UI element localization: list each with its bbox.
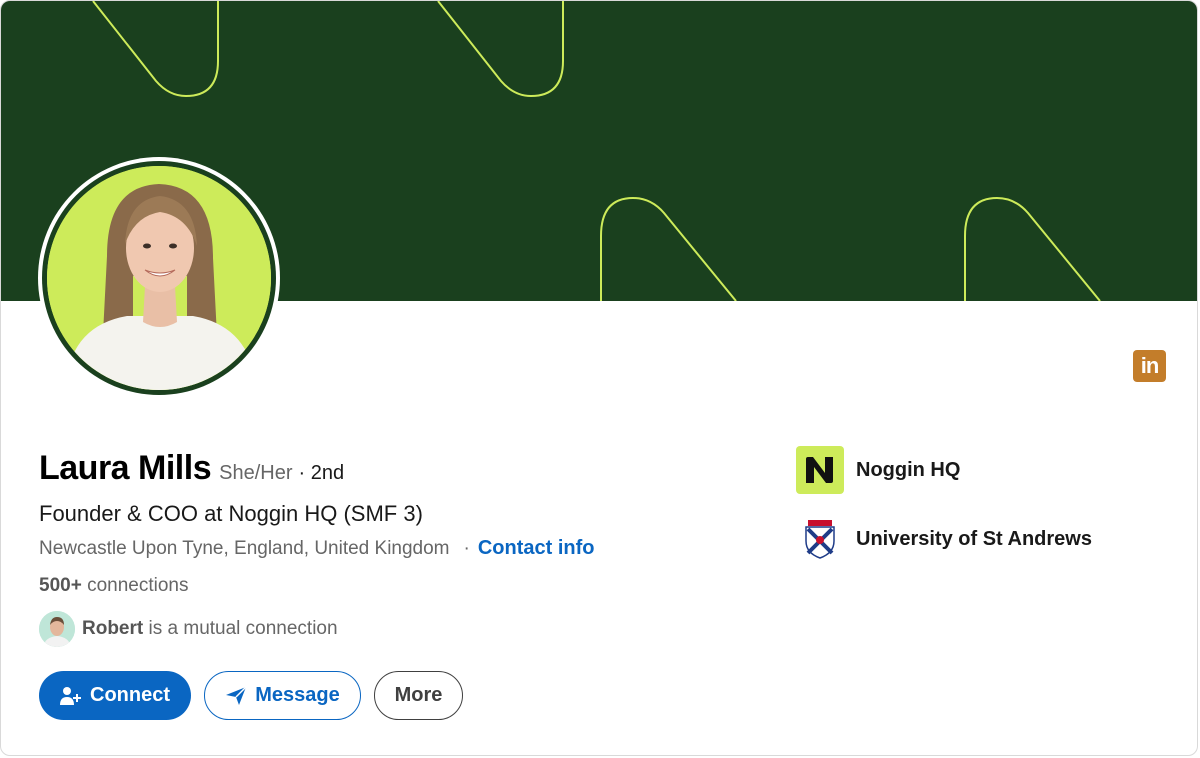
profile-headline: Founder & COO at Noggin HQ (SMF 3) bbox=[39, 501, 423, 526]
linkedin-icon: in bbox=[1133, 350, 1166, 382]
location-separator: · bbox=[463, 538, 470, 559]
connection-degree: · 2nd bbox=[298, 462, 345, 484]
profile-actions: Connect Message More bbox=[39, 671, 463, 720]
university-name: University of St Andrews bbox=[856, 527, 1092, 550]
university-crest-icon bbox=[796, 515, 844, 563]
connections-count[interactable]: 500+ connections bbox=[39, 575, 188, 597]
education[interactable]: University of St Andrews bbox=[796, 515, 1092, 563]
current-company[interactable]: Noggin HQ bbox=[796, 446, 960, 494]
connect-button[interactable]: Connect bbox=[39, 671, 191, 720]
pronouns: She/Her bbox=[219, 462, 293, 484]
add-person-icon bbox=[60, 686, 82, 706]
more-button[interactable]: More bbox=[374, 671, 463, 720]
profile-photo bbox=[47, 166, 271, 390]
contact-info-link[interactable]: Contact info bbox=[478, 537, 595, 560]
mutual-description: is a mutual connection bbox=[148, 618, 338, 639]
noggin-logo-icon bbox=[796, 446, 844, 494]
profile-card: in Laura Mills She/Her · 2nd Founder & C… bbox=[0, 0, 1198, 756]
mutual-name: Robert bbox=[82, 618, 144, 639]
connections-number: 500+ bbox=[39, 575, 82, 596]
connect-label: Connect bbox=[90, 684, 170, 706]
send-icon bbox=[225, 685, 247, 706]
name-row: Laura Mills She/Her · 2nd bbox=[39, 449, 344, 488]
mutual-text: Robert is a mutual connection bbox=[82, 618, 338, 640]
connections-label: connections bbox=[87, 575, 189, 596]
profile-location: Newcastle Upon Tyne, England, United Kin… bbox=[39, 538, 450, 559]
more-label: More bbox=[394, 684, 443, 706]
company-name: Noggin HQ bbox=[856, 458, 961, 481]
mutual-connection[interactable]: Robert is a mutual connection bbox=[39, 611, 338, 647]
message-label: Message bbox=[255, 684, 340, 706]
profile-name: Laura Mills bbox=[39, 449, 212, 487]
profile-avatar[interactable] bbox=[38, 157, 280, 399]
location-row: Newcastle Upon Tyne, England, United Kin… bbox=[39, 537, 595, 560]
mutual-avatar bbox=[39, 611, 75, 647]
message-button[interactable]: Message bbox=[204, 671, 361, 720]
